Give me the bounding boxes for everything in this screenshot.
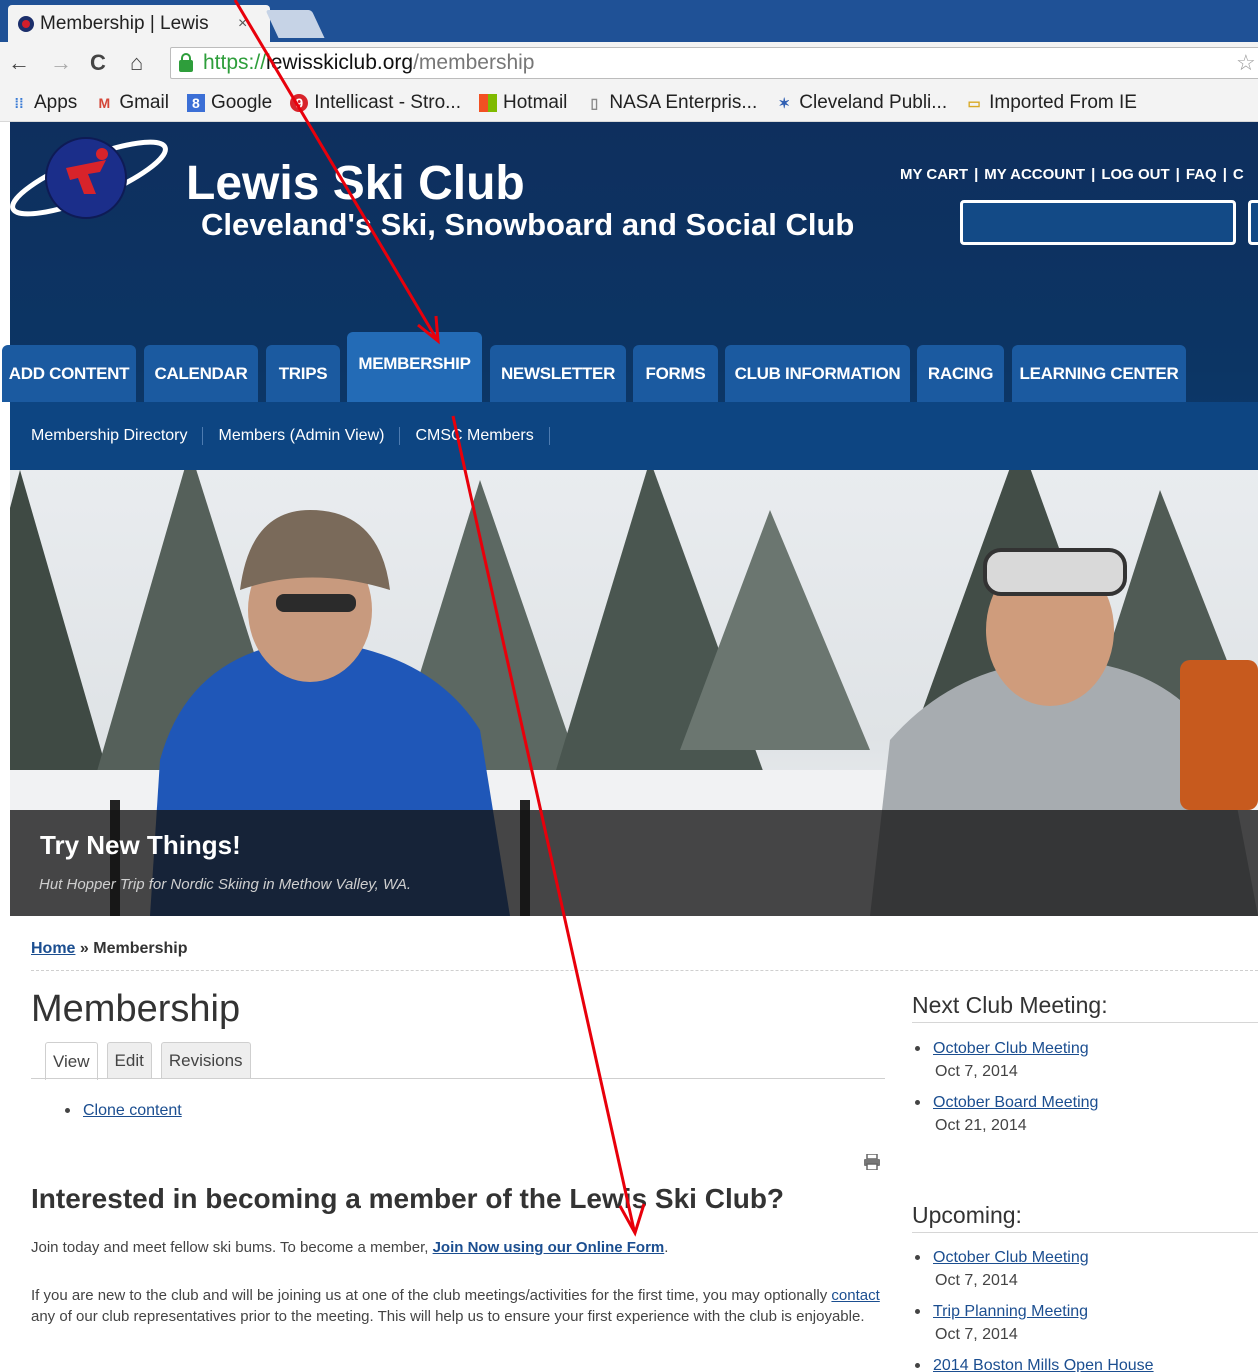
arrow-to-membership-tab [233, 0, 440, 345]
arrow-to-join-link [451, 415, 646, 1237]
annotation-arrows [233, 0, 646, 1237]
